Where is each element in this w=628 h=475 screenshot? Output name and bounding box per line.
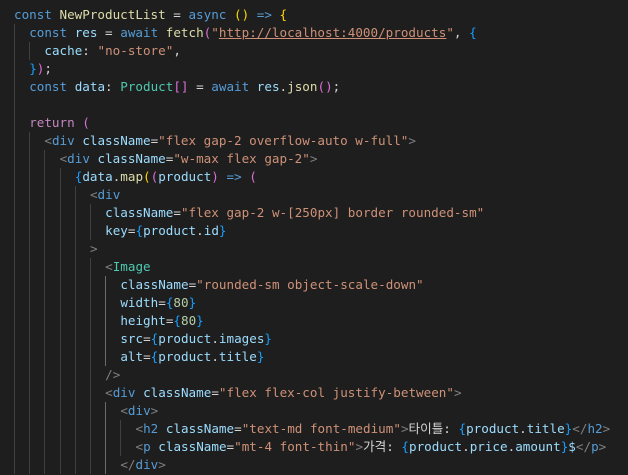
code-area[interactable]: const NewProductList = async () => { con… xyxy=(0,0,610,474)
code-line[interactable]: <h2 className="text-md font-medium">타이틀:… xyxy=(0,420,611,438)
code-line[interactable]: height={80} xyxy=(0,312,610,330)
code-line[interactable]: className="rounded-sm object-scale-down" xyxy=(0,276,610,294)
code-line[interactable]: const res = await fetch("http://localhos… xyxy=(0,24,610,42)
code-line[interactable]: <div> xyxy=(0,402,610,420)
code-line[interactable]: <p className="mt-4 font-thin">가격: {produ… xyxy=(0,438,610,456)
code-line[interactable]: {data.map((product) => ( xyxy=(0,168,610,186)
code-line[interactable]: className="flex gap-2 w-[250px] border r… xyxy=(0,204,610,222)
code-line[interactable] xyxy=(0,96,610,114)
code-line[interactable]: <div className="w-max flex gap-2"> xyxy=(0,150,610,168)
code-line[interactable]: key={product.id} xyxy=(0,222,610,240)
code-line[interactable]: cache: "no-store", xyxy=(0,42,610,60)
code-line[interactable]: alt={product.title} xyxy=(0,348,610,366)
code-line[interactable]: const NewProductList = async () => { xyxy=(0,6,610,24)
code-line[interactable]: return ( xyxy=(0,114,610,132)
code-editor[interactable]: const NewProductList = async () => { con… xyxy=(0,0,628,475)
code-line[interactable]: <div className="flex gap-2 overflow-auto… xyxy=(0,132,610,150)
code-line[interactable]: const data: Product[] = await res.json()… xyxy=(0,78,610,96)
code-line[interactable]: <div xyxy=(0,186,610,204)
code-line[interactable]: /> xyxy=(0,366,610,384)
code-line[interactable]: <Image xyxy=(0,258,610,276)
code-line[interactable]: > xyxy=(0,240,610,258)
code-line[interactable]: }); xyxy=(0,60,610,78)
code-line[interactable]: src={product.images} xyxy=(0,330,610,348)
code-line[interactable]: width={80} xyxy=(0,294,610,312)
code-line[interactable]: </div> xyxy=(0,456,610,474)
code-line[interactable]: <div className="flex flex-col justify-be… xyxy=(0,384,610,402)
